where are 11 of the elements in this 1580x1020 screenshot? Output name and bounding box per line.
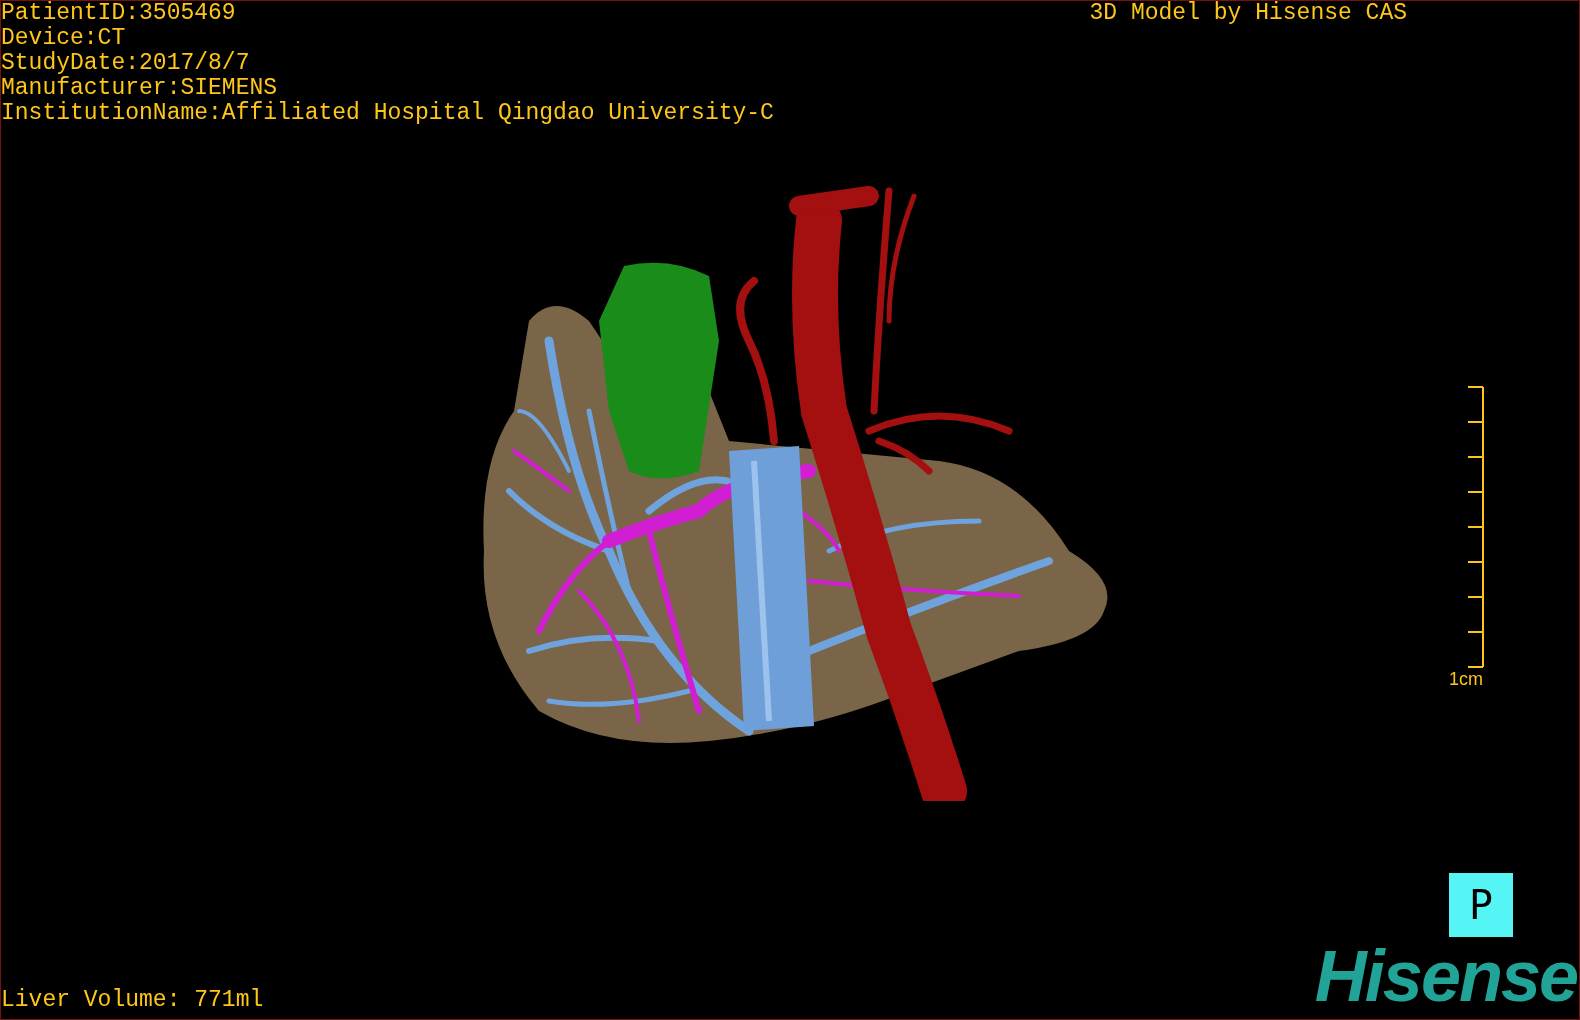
title-text: 3D Model by Hisense CAS <box>1089 1 1407 28</box>
info-text: Device:CT <box>1 26 127 51</box>
liver-volume-text: Liver Volume: 771ml <box>1 988 264 1013</box>
info-text: InstitutionName:Affiliated Hospital Qingdao University-C <box>1 101 774 126</box>
info-text: PatientID:3505469 <box>1 1 237 26</box>
brand-logo: Hisense <box>1314 945 1577 1007</box>
info-text: StudyDate:2017/8/7 <box>1 51 251 76</box>
view-orientation-button[interactable]: P <box>1449 873 1513 937</box>
scale-bar-icon <box>1466 386 1486 668</box>
scale-label: 1cm <box>1449 668 1483 690</box>
info-text: Manufacturer:SIEMENS <box>1 76 279 101</box>
